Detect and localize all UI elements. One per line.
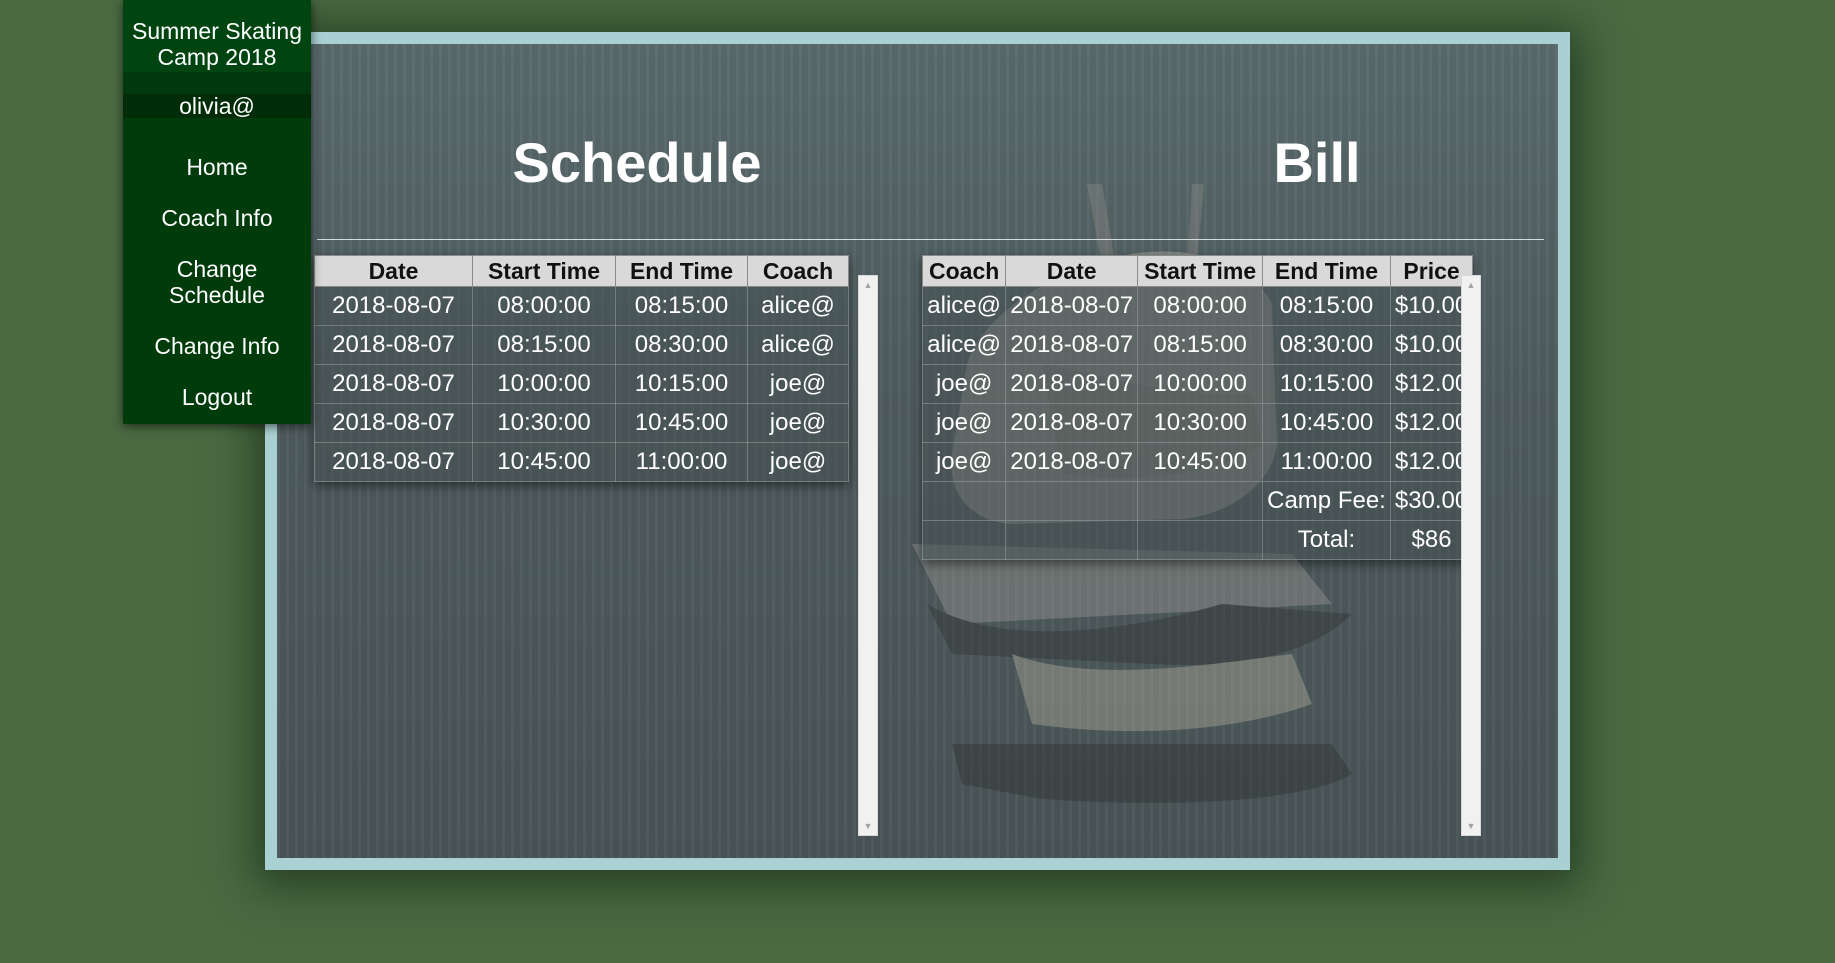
empty-cell [1005,520,1139,560]
schedule-table-container: Date Start Time End Time Coach 2018-08-0… [314,255,849,482]
table-row: alice@ 2018-08-07 08:00:00 08:15:00 $10.… [921,286,1474,326]
cell-coach: joe@ [747,364,849,404]
table-header-row: Coach Date Start Time End Time Price [921,255,1474,287]
camp-fee-row: Camp Fee: $30.00 [921,481,1474,521]
cell-end-time: 08:15:00 [615,286,748,326]
total-label: Total: [1262,520,1391,560]
cell-coach: joe@ [747,403,849,443]
column-header-coach[interactable]: Coach [747,255,849,287]
cell-end-time: 08:30:00 [1262,325,1391,365]
cell-start-time: 10:00:00 [1137,364,1264,404]
cell-start-time: 10:45:00 [1137,442,1264,482]
cell-end-time: 10:45:00 [1262,403,1391,443]
schedule-heading: Schedule [512,131,762,194]
cell-date: 2018-08-07 [1005,403,1139,443]
schedule-table: Date Start Time End Time Coach 2018-08-0… [314,255,849,482]
cell-date: 2018-08-07 [314,286,473,326]
triangle-up-icon[interactable]: ▲ [859,277,877,293]
current-user: olivia@ [123,94,311,118]
table-row: joe@ 2018-08-07 10:45:00 11:00:00 $12.00 [921,442,1474,482]
cell-start-time: 08:15:00 [472,325,616,365]
nav-home[interactable]: Home [123,154,311,180]
cell-end-time: 10:15:00 [615,364,748,404]
cell-start-time: 08:00:00 [472,286,616,326]
bill-heading: Bill [1273,131,1361,194]
empty-cell [1137,520,1264,560]
table-row: 2018-08-07 10:45:00 11:00:00 joe@ [314,442,849,482]
cell-date: 2018-08-07 [314,364,473,404]
sidebar: Summer Skating Camp 2018 olivia@ Home Co… [123,0,311,424]
cell-coach: alice@ [921,286,1007,326]
cell-end-time: 08:15:00 [1262,286,1391,326]
triangle-down-icon[interactable]: ▼ [1462,818,1480,834]
cell-coach: alice@ [921,325,1007,365]
cell-coach: joe@ [921,442,1007,482]
cell-start-time: 08:15:00 [1137,325,1264,365]
cell-date: 2018-08-07 [314,403,473,443]
triangle-up-icon[interactable]: ▲ [1462,277,1480,293]
content-panel: Schedule Bill Date Start Time End Time C… [277,44,1558,858]
table-row: 2018-08-07 08:00:00 08:15:00 alice@ [314,286,849,326]
empty-cell [1137,481,1264,521]
divider [317,239,1544,240]
table-row: 2018-08-07 10:00:00 10:15:00 joe@ [314,364,849,404]
cell-end-time: 10:45:00 [615,403,748,443]
cell-date: 2018-08-07 [1005,325,1139,365]
column-header-end-time[interactable]: End Time [615,255,748,287]
column-header-start-time[interactable]: Start Time [472,255,616,287]
column-header-end-time[interactable]: End Time [1262,255,1391,287]
cell-date: 2018-08-07 [314,325,473,365]
table-row: joe@ 2018-08-07 10:00:00 10:15:00 $12.00 [921,364,1474,404]
cell-end-time: 10:15:00 [1262,364,1391,404]
table-row: joe@ 2018-08-07 10:30:00 10:45:00 $12.00 [921,403,1474,443]
schedule-scrollbar[interactable]: ▲ ▼ [858,275,878,836]
cell-end-time: 11:00:00 [615,442,748,482]
cell-date: 2018-08-07 [1005,442,1139,482]
column-header-start-time[interactable]: Start Time [1137,255,1264,287]
cell-coach: joe@ [921,364,1007,404]
empty-cell [1005,481,1139,521]
content-frame: Schedule Bill Date Start Time End Time C… [265,32,1570,870]
nav-change-schedule[interactable]: Change Schedule [147,256,287,308]
bill-table-container: Coach Date Start Time End Time Price ali… [921,255,1474,560]
cell-start-time: 10:45:00 [472,442,616,482]
nav-coach-info[interactable]: Coach Info [123,205,311,231]
bill-table: Coach Date Start Time End Time Price ali… [921,255,1474,560]
cell-date: 2018-08-07 [1005,364,1139,404]
cell-start-time: 10:00:00 [472,364,616,404]
nav-change-info[interactable]: Change Info [123,333,311,359]
triangle-down-icon[interactable]: ▼ [859,818,877,834]
cell-end-time: 08:30:00 [615,325,748,365]
column-header-date[interactable]: Date [314,255,473,287]
cell-end-time: 11:00:00 [1262,442,1391,482]
camp-fee-label: Camp Fee: [1262,481,1391,521]
bill-scrollbar[interactable]: ▲ ▼ [1461,275,1481,836]
table-header-row: Date Start Time End Time Coach [314,255,849,287]
cell-date: 2018-08-07 [1005,286,1139,326]
column-header-date[interactable]: Date [1005,255,1139,287]
table-row: 2018-08-07 08:15:00 08:30:00 alice@ [314,325,849,365]
cell-coach: joe@ [921,403,1007,443]
nav-logout[interactable]: Logout [123,384,311,410]
cell-start-time: 10:30:00 [1137,403,1264,443]
app-title: Summer Skating Camp 2018 [123,0,311,72]
user-band [123,72,311,94]
table-row: alice@ 2018-08-07 08:15:00 08:30:00 $10.… [921,325,1474,365]
empty-cell [921,520,1007,560]
cell-coach: alice@ [747,286,849,326]
cell-coach: joe@ [747,442,849,482]
cell-date: 2018-08-07 [314,442,473,482]
empty-cell [921,481,1007,521]
cell-start-time: 10:30:00 [472,403,616,443]
total-row: Total: $86 [921,520,1474,560]
cell-start-time: 08:00:00 [1137,286,1264,326]
table-row: 2018-08-07 10:30:00 10:45:00 joe@ [314,403,849,443]
column-header-coach[interactable]: Coach [921,255,1007,287]
cell-coach: alice@ [747,325,849,365]
